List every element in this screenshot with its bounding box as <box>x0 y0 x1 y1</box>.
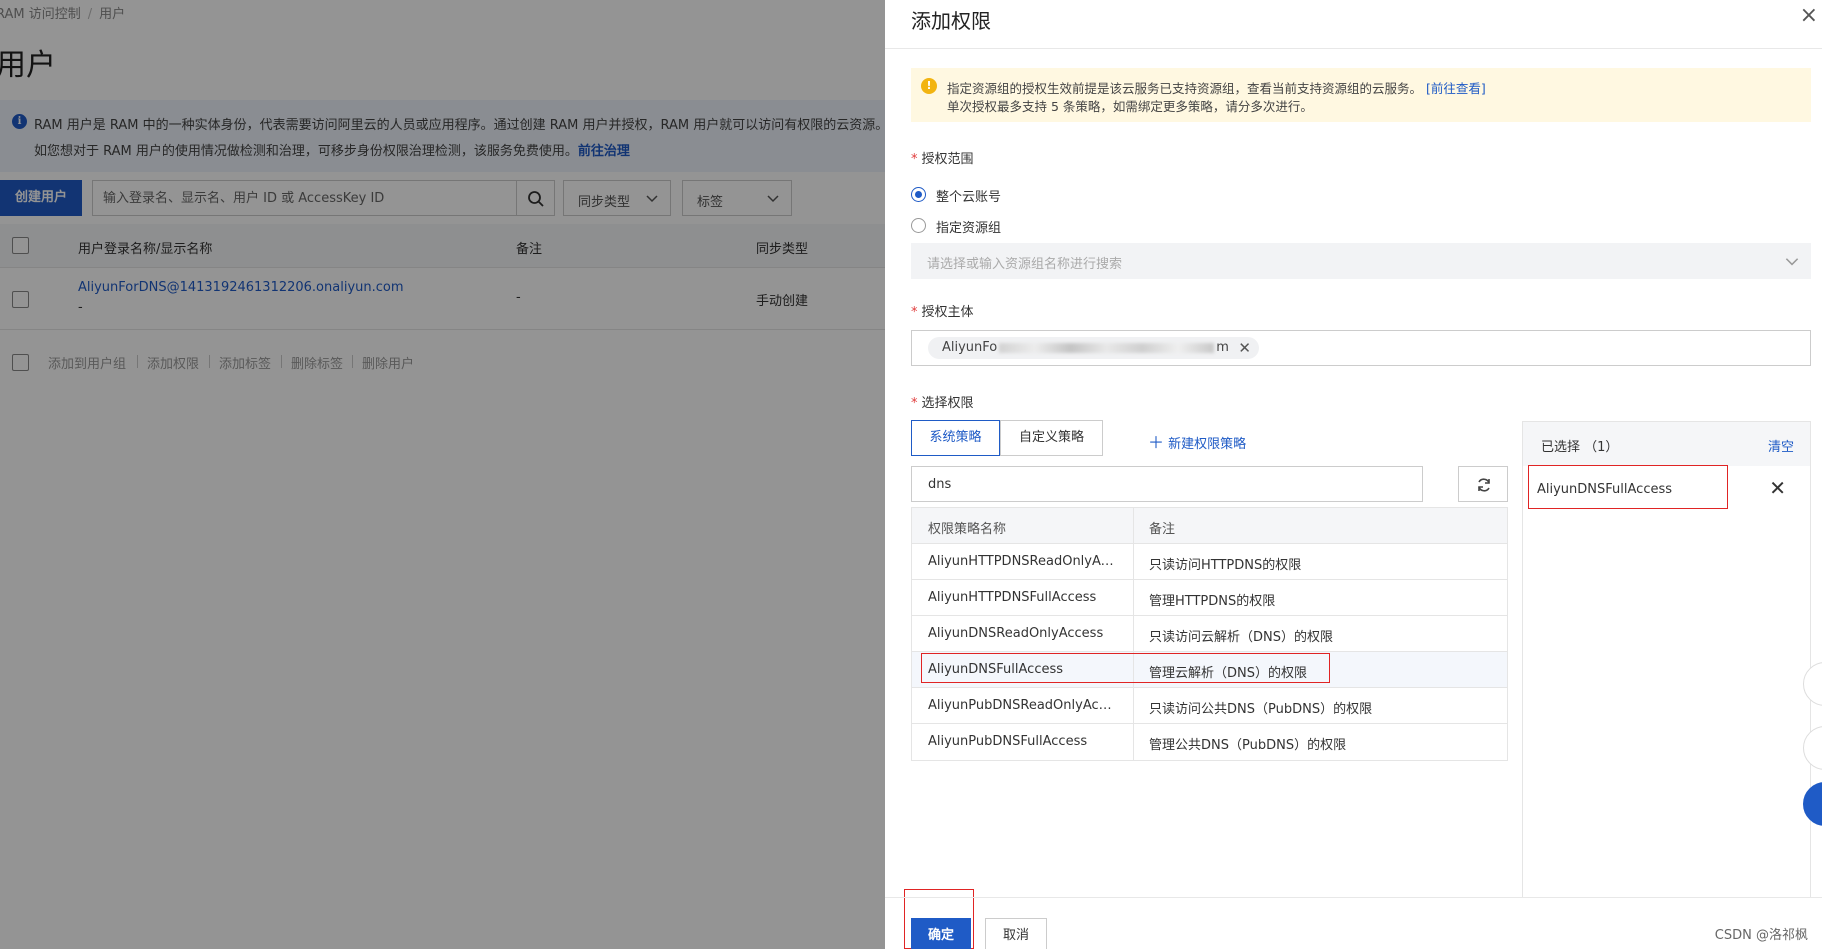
policy-note: 只读访问公共DNS（PubDNS）的权限 <box>1149 702 1373 717</box>
policy-name: AliyunHTTPDNSFullAccess <box>928 590 1097 605</box>
ok-button[interactable]: 确定 <box>911 918 971 949</box>
policy-search-box <box>911 466 1423 502</box>
policy-table: 权限策略名称 备注 AliyunHTTPDNSReadOnlyAccess 只读… <box>911 507 1508 761</box>
policy-note: 只读访问云解析（DNS）的权限 <box>1149 630 1333 645</box>
cancel-button[interactable]: 取消 <box>985 918 1047 949</box>
column-policy-name: 权限策略名称 <box>928 522 1007 537</box>
tab-system-policy[interactable]: 系统策略 <box>911 420 1000 456</box>
warning-line-1: 指定资源组的授权生效前提是该云服务已支持资源组，查看当前支持资源组的云服务。 [… <box>947 81 1486 96</box>
principal-label: * 授权主体 <box>911 305 974 320</box>
scope-radio-resource-group[interactable] <box>911 218 926 233</box>
view-services-link[interactable]: [前往查看] <box>1426 81 1486 96</box>
warning-icon: ! <box>921 78 937 94</box>
scope-radio-account-label[interactable]: 整个云账号 <box>936 186 1001 205</box>
clear-selected-link[interactable]: 清空 <box>1768 436 1794 455</box>
redacted-text <box>999 342 1215 353</box>
scope-radio-account[interactable] <box>911 187 926 202</box>
policy-name: AliyunHTTPDNSReadOnlyAccess <box>928 554 1118 569</box>
principal-field[interactable]: AliyunFo m ✕ <box>911 330 1811 366</box>
policy-note: 管理公共DNS（PubDNS）的权限 <box>1149 738 1347 753</box>
close-icon[interactable]: × <box>1800 2 1818 30</box>
resource-group-warning: ! 指定资源组的授权生效前提是该云服务已支持资源组，查看当前支持资源组的云服务。… <box>911 68 1811 122</box>
watermark: CSDN @洛祁枫 <box>1714 928 1808 943</box>
policy-note: 只读访问HTTPDNS的权限 <box>1149 558 1302 573</box>
permissions-label: * 选择权限 <box>911 396 974 411</box>
policy-name: AliyunPubDNSReadOnlyAccess <box>928 698 1118 713</box>
add-permission-drawer: 添加权限 × ! 指定资源组的授权生效前提是该云服务已支持资源组，查看当前支持资… <box>885 0 1822 949</box>
plus-icon: ＋ <box>1148 433 1165 452</box>
selected-count-title: 已选择 （1） <box>1541 440 1619 455</box>
scope-label: * 授权范围 <box>911 152 974 167</box>
scope-radio-resource-group-label[interactable]: 指定资源组 <box>936 217 1001 236</box>
highlight-selected-item <box>1528 465 1728 509</box>
new-policy-link[interactable]: ＋ 新建权限策略 <box>1148 429 1246 453</box>
table-row[interactable]: AliyunDNSReadOnlyAccess 只读访问云解析（DNS）的权限 <box>912 616 1507 652</box>
policy-table-header: 权限策略名称 备注 <box>912 508 1507 544</box>
resource-group-select[interactable]: 请选择或输入资源组名称进行搜索 <box>911 243 1811 279</box>
principal-tag: AliyunFo m ✕ <box>928 337 1259 359</box>
chevron-down-icon <box>1785 258 1799 266</box>
refresh-button[interactable] <box>1458 466 1508 502</box>
drawer-title: 添加权限 <box>911 9 991 33</box>
remove-selected-icon[interactable]: ✕ <box>1769 476 1786 500</box>
column-policy-note: 备注 <box>1149 522 1176 537</box>
warning-line-2: 单次授权最多支持 5 条策略，如需绑定更多策略，请分多次进行。 <box>947 99 1313 114</box>
policy-name: AliyunDNSReadOnlyAccess <box>928 626 1104 641</box>
refresh-icon <box>1478 478 1490 492</box>
highlight-policy-row <box>921 653 1330 683</box>
remove-principal-icon[interactable]: ✕ <box>1238 337 1251 359</box>
policy-search-input[interactable] <box>928 467 1408 501</box>
table-row[interactable]: AliyunHTTPDNSReadOnlyAccess 只读访问HTTPDNS的… <box>912 544 1507 580</box>
policy-name: AliyunPubDNSFullAccess <box>928 734 1088 749</box>
policy-note: 管理HTTPDNS的权限 <box>1149 594 1276 609</box>
table-row[interactable]: AliyunHTTPDNSFullAccess 管理HTTPDNS的权限 <box>912 580 1507 616</box>
table-row[interactable]: AliyunPubDNSFullAccess 管理公共DNS（PubDNS）的权… <box>912 724 1507 760</box>
table-row[interactable]: AliyunPubDNSReadOnlyAccess 只读访问公共DNS（Pub… <box>912 688 1507 724</box>
modal-overlay[interactable] <box>0 0 885 949</box>
tab-custom-policy[interactable]: 自定义策略 <box>1000 420 1103 456</box>
resource-group-placeholder: 请选择或输入资源组名称进行搜索 <box>927 257 1123 272</box>
